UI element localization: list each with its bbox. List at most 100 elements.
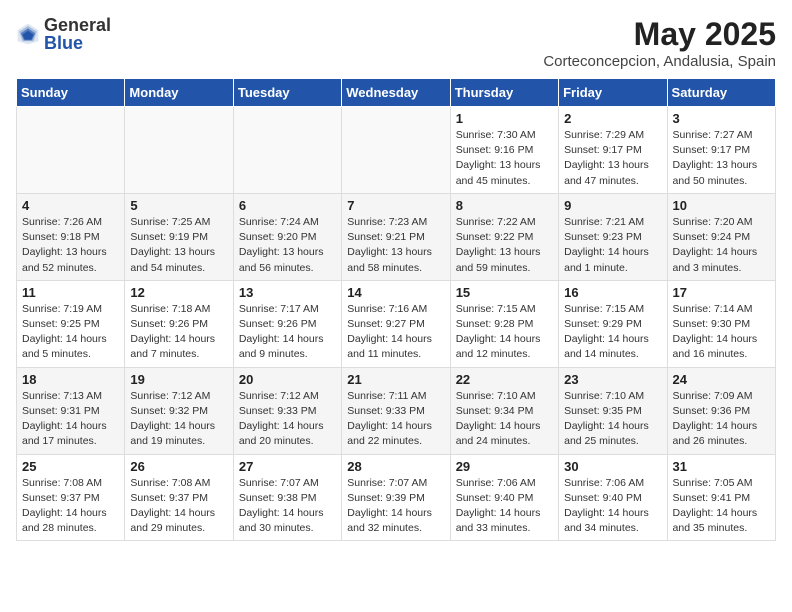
day-info: Sunrise: 7:30 AM Sunset: 9:16 PM Dayligh… (456, 128, 553, 189)
day-number: 16 (564, 285, 661, 300)
day-number: 22 (456, 372, 553, 387)
day-number: 10 (673, 198, 770, 213)
day-info: Sunrise: 7:15 AM Sunset: 9:28 PM Dayligh… (456, 302, 553, 363)
day-header-friday: Friday (559, 79, 667, 107)
calendar-cell: 28 Sunrise: 7:07 AM Sunset: 9:39 PM Dayli… (342, 454, 450, 541)
calendar-cell: 25 Sunrise: 7:08 AM Sunset: 9:37 PM Dayli… (17, 454, 125, 541)
calendar-cell: 8Sunrise: 7:22 AM Sunset: 9:22 PM Daylig… (450, 193, 558, 280)
logo-blue-text: Blue (44, 34, 111, 52)
day-number: 25 (22, 459, 119, 474)
day-info: Sunrise: 7:27 AM Sunset: 9:17 PM Dayligh… (673, 128, 770, 189)
day-number: 31 (673, 459, 770, 474)
calendar-cell: 3 Sunrise: 7:27 AM Sunset: 9:17 PM Daylig… (667, 107, 775, 194)
week-row-3: 11Sunrise: 7:19 AM Sunset: 9:25 PM Dayli… (17, 280, 776, 367)
day-info: Sunrise: 7:14 AM Sunset: 9:30 PM Dayligh… (673, 302, 770, 363)
day-number: 27 (239, 459, 336, 474)
week-row-2: 4 Sunrise: 7:26 AM Sunset: 9:18 PM Daylig… (17, 193, 776, 280)
calendar-cell: 23 Sunrise: 7:10 AM Sunset: 9:35 PM Dayli… (559, 367, 667, 454)
week-row-5: 25 Sunrise: 7:08 AM Sunset: 9:37 PM Dayli… (17, 454, 776, 541)
day-header-sunday: Sunday (17, 79, 125, 107)
calendar-cell: 19 Sunrise: 7:12 AM Sunset: 9:32 PM Dayli… (125, 367, 233, 454)
day-number: 19 (130, 372, 227, 387)
logo-general-text: General (44, 16, 111, 34)
calendar-cell: 31 Sunrise: 7:05 AM Sunset: 9:41 PM Dayli… (667, 454, 775, 541)
day-number: 30 (564, 459, 661, 474)
day-number: 14 (347, 285, 444, 300)
calendar-cell: 22 Sunrise: 7:10 AM Sunset: 9:34 PM Dayli… (450, 367, 558, 454)
day-number: 11 (22, 285, 119, 300)
day-info: Sunrise: 7:18 AM Sunset: 9:26 PM Dayligh… (130, 302, 227, 363)
day-number: 8 (456, 198, 553, 213)
day-header-tuesday: Tuesday (233, 79, 341, 107)
calendar-cell: 4 Sunrise: 7:26 AM Sunset: 9:18 PM Daylig… (17, 193, 125, 280)
day-info: Sunrise: 7:07 AM Sunset: 9:39 PM Dayligh… (347, 476, 444, 537)
calendar-cell: 21Sunrise: 7:11 AM Sunset: 9:33 PM Dayli… (342, 367, 450, 454)
day-info: Sunrise: 7:08 AM Sunset: 9:37 PM Dayligh… (22, 476, 119, 537)
calendar-cell: 11Sunrise: 7:19 AM Sunset: 9:25 PM Dayli… (17, 280, 125, 367)
day-number: 9 (564, 198, 661, 213)
day-number: 26 (130, 459, 227, 474)
day-number: 18 (22, 372, 119, 387)
day-number: 29 (456, 459, 553, 474)
day-info: Sunrise: 7:08 AM Sunset: 9:37 PM Dayligh… (130, 476, 227, 537)
calendar-cell: 18Sunrise: 7:13 AM Sunset: 9:31 PM Dayli… (17, 367, 125, 454)
calendar-cell: 16 Sunrise: 7:15 AM Sunset: 9:29 PM Dayli… (559, 280, 667, 367)
calendar-cell: 13Sunrise: 7:17 AM Sunset: 9:26 PM Dayli… (233, 280, 341, 367)
day-info: Sunrise: 7:09 AM Sunset: 9:36 PM Dayligh… (673, 389, 770, 450)
day-info: Sunrise: 7:12 AM Sunset: 9:33 PM Dayligh… (239, 389, 336, 450)
day-info: Sunrise: 7:24 AM Sunset: 9:20 PM Dayligh… (239, 215, 336, 276)
calendar-cell: 5 Sunrise: 7:25 AM Sunset: 9:19 PM Daylig… (125, 193, 233, 280)
day-header-wednesday: Wednesday (342, 79, 450, 107)
location-title: Corteconcepcion, Andalusia, Spain (543, 53, 776, 70)
calendar-cell: 30 Sunrise: 7:06 AM Sunset: 9:40 PM Dayli… (559, 454, 667, 541)
calendar-cell: 17Sunrise: 7:14 AM Sunset: 9:30 PM Dayli… (667, 280, 775, 367)
calendar-cell (125, 107, 233, 194)
calendar-cell: 6 Sunrise: 7:24 AM Sunset: 9:20 PM Daylig… (233, 193, 341, 280)
title-area: May 2025 Corteconcepcion, Andalusia, Spa… (543, 16, 776, 70)
month-title: May 2025 (543, 16, 776, 53)
day-number: 28 (347, 459, 444, 474)
day-info: Sunrise: 7:25 AM Sunset: 9:19 PM Dayligh… (130, 215, 227, 276)
day-info: Sunrise: 7:29 AM Sunset: 9:17 PM Dayligh… (564, 128, 661, 189)
calendar-cell: 14 Sunrise: 7:16 AM Sunset: 9:27 PM Dayli… (342, 280, 450, 367)
day-info: Sunrise: 7:10 AM Sunset: 9:34 PM Dayligh… (456, 389, 553, 450)
calendar-cell (342, 107, 450, 194)
calendar-cell: 1 Sunrise: 7:30 AM Sunset: 9:16 PM Daylig… (450, 107, 558, 194)
day-header-saturday: Saturday (667, 79, 775, 107)
day-info: Sunrise: 7:16 AM Sunset: 9:27 PM Dayligh… (347, 302, 444, 363)
calendar-cell: 20Sunrise: 7:12 AM Sunset: 9:33 PM Dayli… (233, 367, 341, 454)
day-number: 5 (130, 198, 227, 213)
day-header-thursday: Thursday (450, 79, 558, 107)
day-info: Sunrise: 7:21 AM Sunset: 9:23 PM Dayligh… (564, 215, 661, 276)
day-number: 1 (456, 111, 553, 126)
day-info: Sunrise: 7:23 AM Sunset: 9:21 PM Dayligh… (347, 215, 444, 276)
day-number: 23 (564, 372, 661, 387)
logo-text: General Blue (44, 16, 111, 52)
day-info: Sunrise: 7:17 AM Sunset: 9:26 PM Dayligh… (239, 302, 336, 363)
day-info: Sunrise: 7:05 AM Sunset: 9:41 PM Dayligh… (673, 476, 770, 537)
day-info: Sunrise: 7:15 AM Sunset: 9:29 PM Dayligh… (564, 302, 661, 363)
day-number: 15 (456, 285, 553, 300)
day-number: 7 (347, 198, 444, 213)
logo-icon (16, 22, 40, 46)
calendar-table: SundayMondayTuesdayWednesdayThursdayFrid… (16, 78, 776, 541)
day-number: 12 (130, 285, 227, 300)
day-number: 4 (22, 198, 119, 213)
day-number: 6 (239, 198, 336, 213)
day-info: Sunrise: 7:10 AM Sunset: 9:35 PM Dayligh… (564, 389, 661, 450)
day-info: Sunrise: 7:12 AM Sunset: 9:32 PM Dayligh… (130, 389, 227, 450)
calendar-cell: 7 Sunrise: 7:23 AM Sunset: 9:21 PM Daylig… (342, 193, 450, 280)
header: General Blue May 2025 Corteconcepcion, A… (16, 16, 776, 70)
calendar-cell: 9 Sunrise: 7:21 AM Sunset: 9:23 PM Daylig… (559, 193, 667, 280)
day-info: Sunrise: 7:11 AM Sunset: 9:33 PM Dayligh… (347, 389, 444, 450)
day-info: Sunrise: 7:06 AM Sunset: 9:40 PM Dayligh… (564, 476, 661, 537)
day-number: 3 (673, 111, 770, 126)
calendar-cell: 12 Sunrise: 7:18 AM Sunset: 9:26 PM Dayli… (125, 280, 233, 367)
calendar-cell: 10 Sunrise: 7:20 AM Sunset: 9:24 PM Dayli… (667, 193, 775, 280)
day-header-monday: Monday (125, 79, 233, 107)
day-info: Sunrise: 7:26 AM Sunset: 9:18 PM Dayligh… (22, 215, 119, 276)
calendar-cell: 15 Sunrise: 7:15 AM Sunset: 9:28 PM Dayli… (450, 280, 558, 367)
days-header-row: SundayMondayTuesdayWednesdayThursdayFrid… (17, 79, 776, 107)
day-info: Sunrise: 7:20 AM Sunset: 9:24 PM Dayligh… (673, 215, 770, 276)
calendar-cell: 26 Sunrise: 7:08 AM Sunset: 9:37 PM Dayli… (125, 454, 233, 541)
